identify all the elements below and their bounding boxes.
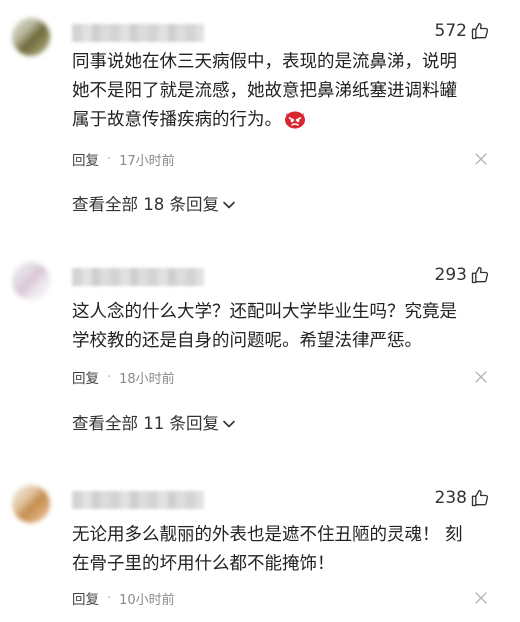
avatar[interactable] [12, 485, 50, 523]
close-icon[interactable] [475, 153, 487, 165]
like-button[interactable]: 293 [435, 262, 490, 288]
comment-item: 238 无论用多么靓丽的外表也是遮不住丑陋的灵魂！ 刻在骨子里的坏用什么都不能掩… [0, 485, 520, 620]
comment-text: 同事说她在休三天病假中，表现的是流鼻涕，说明她不是阳了就是流感，她故意把鼻涕纸塞… [72, 48, 470, 139]
reply-button[interactable]: 回复 [72, 367, 99, 387]
chevron-down-icon [219, 194, 235, 213]
username[interactable] [72, 268, 204, 286]
separator-dot: · [107, 369, 112, 385]
like-count: 238 [434, 488, 467, 508]
comment-item: 293 这人念的什么大学？还配叫大学毕业生吗？究竟是学校教的还是自身的问题呢。希… [0, 262, 520, 442]
comment-meta: 回复 · 18小时前 [72, 367, 175, 388]
thumbs-up-icon[interactable] [470, 265, 490, 285]
chevron-down-icon [219, 413, 235, 432]
reply-button[interactable]: 回复 [72, 588, 99, 608]
like-count: 293 [434, 265, 467, 285]
comment-text: 这人念的什么大学？还配叫大学毕业生吗？究竟是学校教的还是自身的问题呢。希望法律严… [72, 302, 457, 351]
like-button[interactable]: 572 [435, 18, 490, 44]
comment-item: 572 同事说她在休三天病假中，表现的是流鼻涕，说明她不是阳了就是流感，她故意把… [0, 18, 520, 218]
like-count: 572 [434, 21, 467, 41]
close-icon[interactable] [475, 592, 487, 604]
view-all-replies-label: 查看全部 18 条回复 [72, 195, 219, 214]
avatar[interactable] [12, 18, 50, 56]
timestamp: 10小时前 [119, 592, 175, 608]
thumbs-up-icon[interactable] [470, 21, 490, 41]
close-icon[interactable] [475, 371, 487, 383]
view-all-replies-label: 查看全部 11 条回复 [72, 414, 219, 433]
username[interactable] [72, 24, 204, 42]
separator-dot: · [107, 151, 112, 167]
username[interactable] [72, 491, 204, 509]
thumbs-up-icon[interactable] [470, 488, 490, 508]
comment-text: 无论用多么靓丽的外表也是遮不住丑陋的灵魂！ 刻在骨子里的坏用什么都不能掩饰！ [72, 525, 463, 574]
reply-button[interactable]: 回复 [72, 149, 99, 169]
view-all-replies-button[interactable]: 查看全部 18 条回复 [72, 191, 235, 215]
timestamp: 17小时前 [119, 153, 175, 169]
comment-meta: 回复 · 10小时前 [72, 588, 175, 609]
like-button[interactable]: 238 [435, 485, 490, 511]
timestamp: 18小时前 [119, 371, 175, 387]
avatar[interactable] [12, 262, 50, 300]
angry-face-icon [284, 109, 306, 139]
separator-dot: · [107, 590, 112, 606]
view-all-replies-button[interactable]: 查看全部 11 条回复 [72, 410, 235, 434]
comment-meta: 回复 · 17小时前 [72, 149, 175, 170]
